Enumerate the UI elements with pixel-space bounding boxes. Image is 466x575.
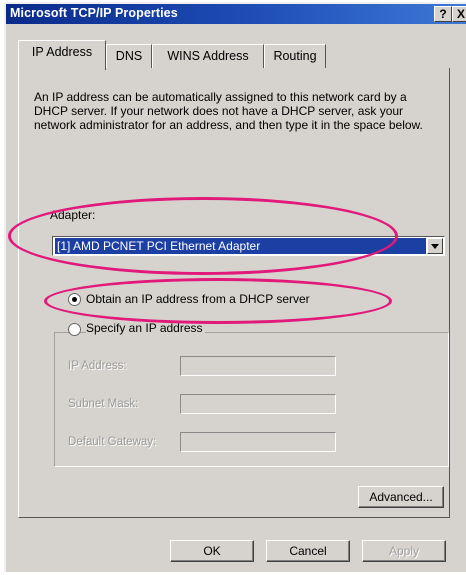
window-title: Microsoft TCP/IP Properties	[10, 6, 178, 20]
help-button[interactable]: ?	[434, 6, 452, 22]
close-button[interactable]: X	[452, 6, 466, 22]
adapter-label: Adapter:	[50, 208, 96, 222]
specify-ip-radio[interactable]	[68, 323, 81, 336]
ok-button[interactable]: OK	[170, 540, 254, 562]
subnet-mask-input[interactable]	[180, 394, 336, 414]
subnet-mask-label: Subnet Mask:	[68, 398, 139, 410]
dhcp-radio[interactable]	[68, 293, 81, 306]
cancel-button[interactable]: Cancel	[266, 540, 350, 562]
dhcp-radio-label[interactable]: Obtain an IP address from a DHCP server	[86, 292, 310, 306]
tcpip-properties-window: Microsoft TCP/IP Properties ? X IP Addre…	[4, 2, 466, 572]
tab-routing[interactable]: Routing	[264, 44, 326, 68]
title-bar[interactable]: Microsoft TCP/IP Properties ? X	[6, 4, 466, 24]
ip-address-input[interactable]	[180, 356, 336, 376]
default-gateway-input[interactable]	[180, 432, 336, 452]
description-text: An IP address can be automatically assig…	[34, 90, 423, 132]
tab-dns[interactable]: DNS	[106, 44, 152, 68]
tab-ip-address[interactable]: IP Address	[18, 40, 106, 70]
adapter-selected-value: [1] AMD PCNET PCI Ethernet Adapter	[55, 238, 426, 254]
dropdown-arrow-icon[interactable]	[427, 238, 443, 254]
tab-wins-address[interactable]: WINS Address	[152, 44, 264, 68]
specify-ip-radio-label[interactable]: Specify an IP address	[86, 321, 205, 335]
ip-address-label: IP Address:	[68, 360, 127, 372]
default-gateway-label: Default Gateway:	[68, 436, 157, 448]
adapter-dropdown[interactable]: [1] AMD PCNET PCI Ethernet Adapter	[52, 236, 445, 256]
apply-button[interactable]: Apply	[362, 540, 446, 562]
advanced-button[interactable]: Advanced...	[358, 486, 444, 508]
